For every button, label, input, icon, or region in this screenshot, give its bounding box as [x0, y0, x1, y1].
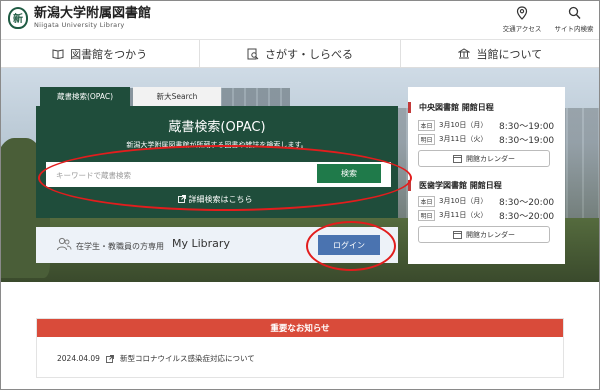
tomorrow-label: 明日 — [418, 133, 435, 145]
site-logo[interactable]: 新 新潟大学附属図書館 Niigata University Library — [8, 6, 151, 29]
central-calendar-button[interactable]: 開館カレンダー — [418, 150, 550, 167]
site-title: 新潟大学附属図書館 — [34, 6, 152, 21]
medical-library-schedule-title: 医歯学図書館 開館日程 — [408, 180, 502, 191]
notice-heading: 重要なお知らせ — [37, 319, 563, 337]
date-text: 3月11日（火） — [439, 135, 488, 143]
search-placeholder: キーワードで蔵書検索 — [56, 171, 131, 180]
opening-schedule-panel: 中央図書館 開館日程 本日 3月10日（月） 8:30～19:00 明日 3月1… — [408, 87, 565, 264]
notice-item[interactable]: 2024.04.09 新型コロナウイルス感染症対応について — [57, 353, 255, 364]
calendar-label: 開館カレンダー — [466, 230, 515, 239]
central-library-schedule-title: 中央図書館 開館日程 — [408, 102, 494, 113]
today-label: 本日 — [418, 119, 435, 131]
hours-text: 8:30～20:00 — [499, 211, 555, 222]
date-text: 3月10日（月） — [439, 121, 488, 129]
hours-text: 8:30～19:00 — [499, 121, 555, 132]
medical-calendar-button[interactable]: 開館カレンダー — [418, 226, 550, 243]
external-link-icon — [106, 354, 114, 363]
tomorrow-label: 明日 — [418, 209, 435, 221]
search-panel-title: 蔵書検索(OPAC) — [168, 120, 266, 135]
nav-label-about: 当館について — [476, 47, 543, 61]
medical-today-row: 本日 3月10日（月） 8:30～20:00 — [418, 195, 555, 208]
access-label: 交通アクセス — [502, 25, 542, 33]
calendar-label: 開館カレンダー — [466, 154, 515, 163]
document-search-icon — [247, 48, 259, 59]
building-icon — [458, 48, 471, 59]
calendar-icon — [453, 231, 462, 239]
global-nav: 図書館をつかう さがす・しらべる 当館について — [0, 40, 600, 68]
search-button[interactable]: 検索 — [317, 164, 381, 183]
hours-text: 8:30～20:00 — [499, 197, 555, 208]
date-text: 3月11日（火） — [439, 211, 488, 219]
today-label: 本日 — [418, 195, 435, 207]
search-panel-description: 新潟大学附属図書館が所蔵する図書や雑誌を検索します。 — [126, 141, 308, 149]
book-icon — [52, 49, 64, 59]
site-header: 新 新潟大学附属図書館 Niigata University Library 交… — [0, 0, 600, 40]
my-library-note: 在学生・教職員の方専用 — [76, 242, 164, 251]
advanced-search-label: 詳細検索はこちら — [188, 195, 253, 204]
site-search-label: サイト内検索 — [554, 25, 594, 33]
important-notice-box: 重要なお知らせ 2024.04.09 新型コロナウイルス感染症対応について — [36, 318, 564, 378]
central-tomorrow-row: 明日 3月11日（火） 8:30～19:00 — [418, 133, 555, 146]
central-today-row: 本日 3月10日（月） 8:30～19:00 — [418, 119, 555, 132]
site-search-button[interactable]: サイト内検索 — [552, 6, 596, 33]
map-pin-icon — [516, 6, 528, 20]
external-link-icon — [177, 195, 186, 203]
hours-text: 8:30～19:00 — [499, 135, 555, 146]
date-text: 3月10日（月） — [439, 197, 488, 205]
search-icon — [568, 6, 581, 19]
medical-tomorrow-row: 明日 3月11日（火） 8:30～20:00 — [418, 209, 555, 222]
tab-opac[interactable]: 蔵書検索(OPAC) — [40, 87, 130, 106]
nav-item-use-library[interactable]: 図書館をつかう — [0, 40, 201, 67]
notice-text: 新型コロナウイルス感染症対応について — [119, 354, 255, 363]
login-button[interactable]: ログイン — [318, 235, 380, 255]
advanced-search-link[interactable]: 詳細検索はこちら — [0, 194, 430, 205]
university-emblem-icon: 新 — [8, 6, 28, 29]
nav-item-about[interactable]: 当館について — [401, 40, 600, 67]
site-subtitle: Niigata University Library — [34, 21, 125, 29]
my-library-title: My Library — [172, 237, 230, 250]
access-button[interactable]: 交通アクセス — [502, 6, 542, 33]
tab-shindai-search[interactable]: 新大Search — [133, 87, 221, 106]
notice-date: 2024.04.09 — [57, 354, 100, 363]
nav-label-search: さがす・しらべる — [264, 47, 353, 61]
nav-item-search[interactable]: さがす・しらべる — [200, 40, 401, 67]
nav-label-use-library: 図書館をつかう — [70, 47, 148, 61]
users-icon — [57, 237, 72, 251]
calendar-icon — [453, 155, 462, 163]
